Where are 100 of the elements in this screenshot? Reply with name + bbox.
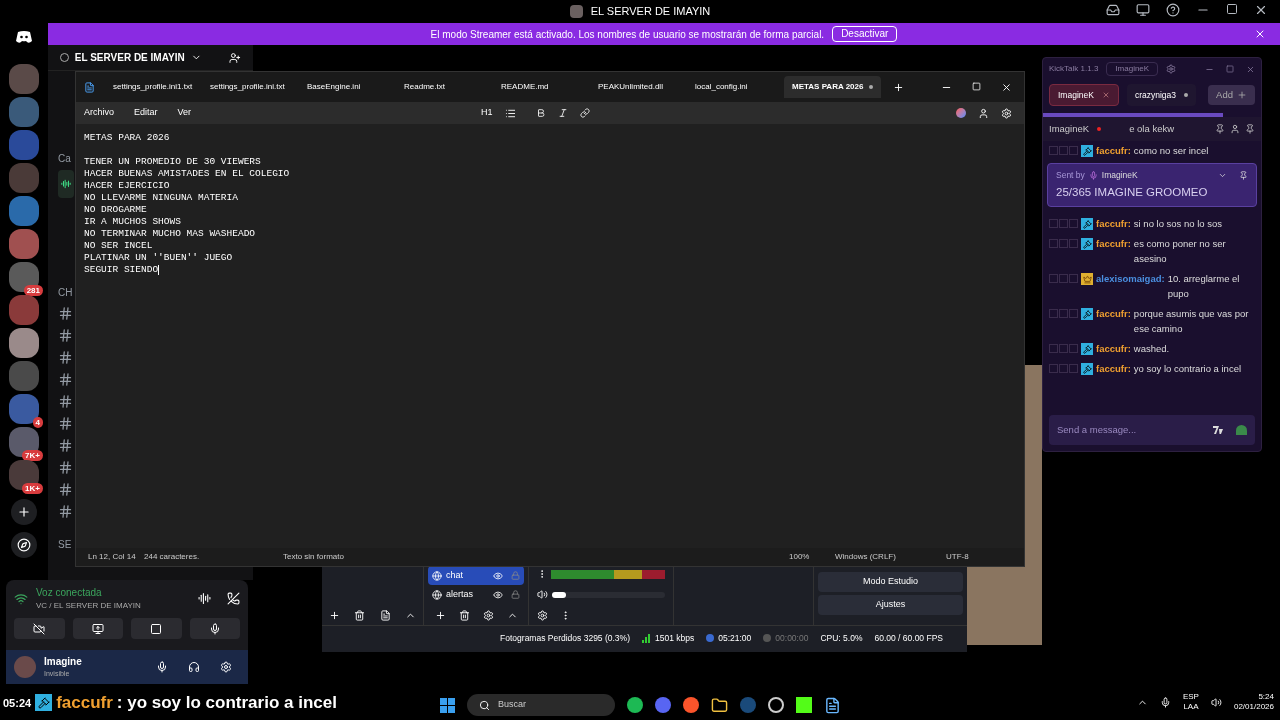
italic-icon[interactable] [557,108,568,118]
account-name[interactable]: ImagineK [1106,62,1159,76]
volume-icon[interactable] [1210,696,1222,708]
maximize-icon[interactable] [1226,3,1238,15]
eye-icon[interactable] [493,570,503,581]
add-icon[interactable] [434,610,446,621]
file-tab[interactable]: PEAKUnlimited.dll [590,76,687,98]
inbox-icon[interactable] [1106,3,1120,17]
file-tab[interactable]: METAS PARA 2026 [784,76,881,98]
noise-icon[interactable] [198,592,211,605]
new-tab-icon[interactable] [893,81,904,93]
account-icon[interactable] [978,107,989,119]
channel-hash-icon[interactable] [58,438,73,453]
clock-time[interactable]: 5:24 [1258,692,1274,702]
list-icon[interactable] [504,107,516,119]
keyboard-layout[interactable]: LAA [1183,702,1199,712]
share-screen-button[interactable] [72,618,123,639]
pin-icon[interactable] [1245,124,1255,134]
volume-slider[interactable] [552,591,665,598]
menu-item[interactable]: Ver [177,106,192,120]
menu-item[interactable]: Archivo [84,106,114,120]
notepad-icon[interactable] [824,696,841,714]
message-input[interactable]: Send a message... [1049,415,1255,445]
delete-icon[interactable] [458,610,470,621]
voice-channel-row[interactable] [58,170,74,198]
heading-dropdown[interactable]: H1 [481,106,493,120]
file-tab[interactable]: Readme.txt [396,76,493,98]
app-icon[interactable] [683,697,699,713]
voice-channel[interactable]: VC / EL SERVER DE IMAYIN [36,600,141,612]
channel-hash-icon[interactable] [58,482,73,497]
bold-icon[interactable] [535,108,546,118]
chat-username[interactable]: faccufr: [1096,341,1131,356]
channel-tab[interactable]: crazyniga3 [1126,84,1197,106]
search-field[interactable]: Buscar [467,694,615,716]
chat-username[interactable]: faccufr: [1096,236,1131,251]
file-tab[interactable]: settings_profile.ini.txt [202,76,299,98]
user-icon[interactable] [1230,124,1240,134]
text-cursor [158,265,160,275]
channel-hash-icon[interactable] [58,504,73,519]
add-icon[interactable] [329,610,341,621]
file-tab[interactable]: README.md [493,76,590,98]
channel-tab[interactable]: ImagineK [1049,84,1119,106]
eye-icon[interactable] [493,589,503,600]
file-tab[interactable]: local_config.ini [687,76,784,98]
invite-icon[interactable] [229,51,241,64]
language[interactable]: ESP [1182,692,1199,702]
channel-hash-icon[interactable] [58,372,73,387]
channel-hash-icon[interactable] [58,350,73,365]
disconnect-icon[interactable] [227,592,240,605]
channel-hash-icon[interactable] [58,416,73,431]
chat-username[interactable]: faccufr: [1096,216,1131,231]
source-row[interactable]: alertas [428,585,524,604]
chat-username[interactable]: faccufr: [1096,361,1131,376]
add-server-button[interactable] [11,499,37,525]
delete-icon[interactable] [354,610,366,621]
menu-item[interactable]: Editar [134,106,158,120]
link-icon[interactable] [579,108,590,118]
channel-hash-icon[interactable] [58,306,73,321]
filter-icon[interactable] [379,610,391,621]
server-avatar[interactable] [9,427,39,457]
clock-date[interactable]: 02/01/2026 [1233,702,1274,712]
channel-hash-icon[interactable] [58,460,73,475]
close-icon[interactable] [1254,3,1268,17]
chat-username[interactable]: faccufr: [1096,306,1131,321]
pin-icon[interactable] [1215,124,1225,134]
monitor-icon[interactable] [1136,3,1150,17]
soundboard-button[interactable] [189,618,240,639]
deactivate-button[interactable]: Desactivar [832,26,898,42]
emote-icon[interactable] [1212,425,1224,435]
emoji-icon[interactable] [1236,425,1247,435]
volume-icon[interactable] [537,589,548,600]
obs-button[interactable]: Modo Estudio [818,572,963,592]
activities-button[interactable] [131,618,182,639]
chat-username[interactable]: faccufr: [1096,143,1131,158]
explore-button[interactable] [11,532,37,558]
chat-username[interactable]: alexisomaigad: [1096,271,1165,286]
file-tab[interactable]: BaseEngine.ini [299,76,396,98]
help-icon[interactable] [1166,3,1180,17]
server-avatar[interactable] [9,262,39,292]
app-icon[interactable] [768,697,784,713]
close-icon[interactable] [1254,28,1266,40]
lock-icon[interactable] [511,590,520,599]
obs-button[interactable]: Ajustes [818,595,963,615]
microphone-icon[interactable] [1159,696,1171,708]
server-name[interactable]: EL SERVER DE IMAYIN [74,50,185,65]
camera-button[interactable] [14,618,65,639]
channel-hash-icon[interactable] [58,394,73,409]
server-avatar[interactable] [9,328,39,358]
add-button[interactable]: Add [1208,85,1255,105]
close-icon[interactable] [1001,81,1012,93]
start-icon[interactable] [440,697,455,713]
folder-icon[interactable] [711,696,728,714]
app-icon[interactable] [627,697,643,713]
file-tab[interactable]: settings_profile.ini1.txt [105,76,202,98]
copilot-icon[interactable] [956,107,966,118]
channel-hash-icon[interactable] [58,328,73,343]
server-avatar[interactable] [9,460,39,490]
headphones-icon[interactable] [188,661,200,673]
unpin-icon[interactable] [1239,170,1248,180]
microphone-icon[interactable] [156,661,168,673]
